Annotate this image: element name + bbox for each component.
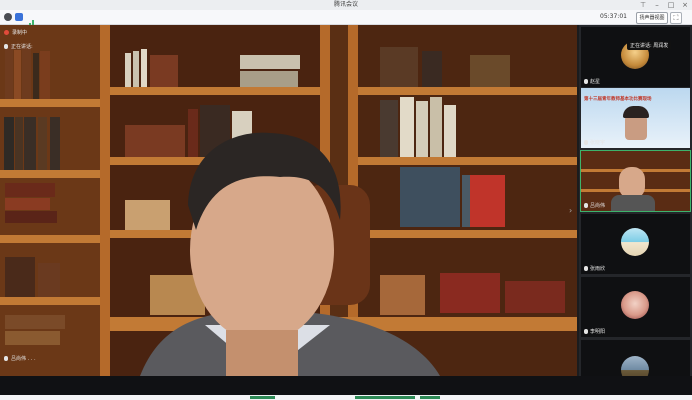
bottom-strip bbox=[0, 395, 692, 400]
mic-icon bbox=[4, 44, 8, 49]
speaking-label: 正在讲话: bbox=[11, 44, 33, 50]
self-name: 吕尚伟 . . . bbox=[11, 356, 36, 362]
self-name-tag: 吕尚伟 . . . bbox=[4, 355, 36, 362]
participant-tile-active[interactable]: 吕尚伟 bbox=[580, 150, 691, 212]
top-speaker-tag: 正在讲话: 周润发 bbox=[627, 41, 672, 50]
main-video: 录制中 正在讲话: 吕尚伟 . . . bbox=[0, 25, 577, 376]
participant-name-tag: 赵星 bbox=[584, 78, 600, 85]
participant-tile[interactable]: 正在讲话: 周润发 赵星 bbox=[581, 27, 690, 87]
participant-tile[interactable] bbox=[581, 340, 690, 376]
minimize-icon[interactable]: – bbox=[650, 0, 664, 10]
mic-icon bbox=[584, 266, 588, 271]
window-title: 腾讯会议 bbox=[333, 1, 358, 8]
recording-indicator: 录制中 bbox=[4, 29, 27, 36]
video-banner: 第十三届青年教师基本功比赛现场 bbox=[584, 97, 652, 102]
mic-icon bbox=[584, 203, 588, 208]
mic-icon bbox=[584, 329, 588, 334]
participant-body bbox=[611, 195, 655, 211]
signal-icon bbox=[26, 13, 34, 28]
title-bar: 腾讯会议 ⊤ – □ × bbox=[0, 0, 692, 10]
meeting-timer: 05:37:01 bbox=[600, 13, 627, 20]
participant-hair bbox=[623, 106, 649, 118]
participant-name: 吕尚伟 bbox=[590, 203, 606, 209]
avatar bbox=[621, 291, 649, 319]
status-bar-segment bbox=[420, 396, 440, 399]
participant-name: 李明阳 bbox=[590, 329, 606, 335]
participant-tile[interactable]: 第十三届青年教师基本功比赛现场 张晓宇 bbox=[581, 88, 690, 148]
pin-icon[interactable]: ⊤ bbox=[636, 0, 650, 10]
fullscreen-button[interactable]: ⛶ bbox=[670, 12, 682, 24]
status-bar-segment bbox=[250, 396, 275, 399]
chevron-right-icon[interactable]: › bbox=[569, 206, 572, 215]
participant-name-tag: 张雨欣 bbox=[584, 265, 605, 272]
record-icon bbox=[4, 30, 9, 35]
recording-label: 录制中 bbox=[12, 30, 28, 36]
participant-name: 张晓宇 bbox=[590, 140, 606, 146]
participant-tile[interactable]: 李明阳 bbox=[581, 277, 690, 337]
participant-name-tag: 李明阳 bbox=[584, 328, 605, 335]
speaker-view-button[interactable]: 扬声器视图 bbox=[636, 12, 668, 24]
mic-icon bbox=[584, 140, 588, 145]
speaking-indicator: 正在讲话: bbox=[4, 43, 33, 50]
info-icon[interactable] bbox=[4, 13, 12, 21]
avatar bbox=[621, 228, 649, 256]
close-icon[interactable]: × bbox=[678, 0, 692, 10]
participant-name-tag: 张晓宇 bbox=[584, 139, 605, 146]
participant-name: 赵星 bbox=[590, 79, 601, 85]
meeting-toolbar: 05:37:01 扬声器视图 ⛶ bbox=[0, 10, 692, 28]
mic-icon bbox=[584, 79, 588, 84]
avatar bbox=[621, 356, 649, 376]
speaker-video-frame bbox=[0, 25, 577, 376]
participant-name-tag: 吕尚伟 bbox=[584, 202, 605, 209]
maximize-icon[interactable]: □ bbox=[664, 0, 678, 10]
mic-icon bbox=[4, 356, 8, 361]
status-bar-segment bbox=[355, 396, 415, 399]
participant-tile[interactable]: 张雨欣 bbox=[581, 214, 690, 274]
participant-name: 张雨欣 bbox=[590, 266, 606, 272]
shield-icon[interactable] bbox=[15, 13, 23, 21]
participant-sidebar: 正在讲话: 周润发 赵星 第十三届青年教师基本功比赛现场 张晓宇 吕尚伟 张雨欣… bbox=[579, 25, 692, 376]
